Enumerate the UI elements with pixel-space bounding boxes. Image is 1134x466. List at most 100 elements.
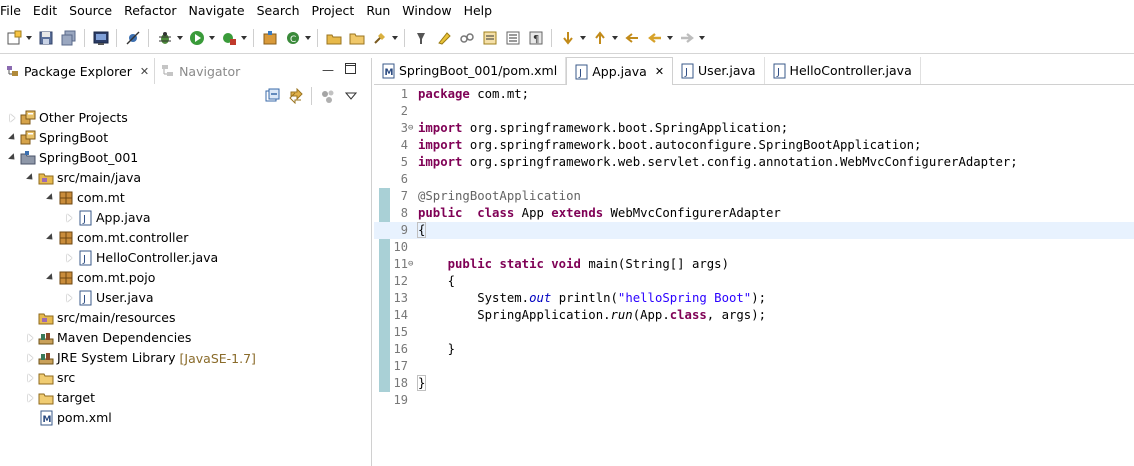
link-with-editor-icon[interactable] xyxy=(287,88,304,105)
menu-refactor[interactable]: Refactor xyxy=(118,0,182,22)
menu-window[interactable]: Window xyxy=(396,0,457,22)
editor-tab[interactable]: J HelloController.java xyxy=(765,57,921,84)
collapse-all-icon[interactable] xyxy=(264,88,281,105)
menu-file[interactable]: File xyxy=(0,0,27,22)
back-icon[interactable] xyxy=(646,29,663,46)
close-icon[interactable]: ✕ xyxy=(655,65,664,78)
run-icon[interactable] xyxy=(188,29,205,46)
last-edit-icon[interactable] xyxy=(623,29,640,46)
editor-tab-label: HelloController.java xyxy=(789,63,912,78)
menu-edit[interactable]: Edit xyxy=(27,0,63,22)
save-icon[interactable] xyxy=(37,29,54,46)
tree-item[interactable]: src/main/resources xyxy=(0,308,372,328)
external-tools-dropdown[interactable] xyxy=(240,29,247,46)
tree-item[interactable]: SpringBoot_001 xyxy=(0,148,372,168)
tree-item[interactable]: SpringBoot xyxy=(0,128,372,148)
tree-item[interactable]: com.mt xyxy=(0,188,372,208)
fold-minus-icon[interactable]: ⊖ xyxy=(408,256,418,273)
menu-source[interactable]: Source xyxy=(63,0,118,22)
maximize-icon[interactable] xyxy=(345,63,356,77)
editor-tab[interactable]: J App.java ✕ xyxy=(566,57,674,85)
expanded-arrow-icon[interactable] xyxy=(44,188,56,208)
terminal-icon[interactable] xyxy=(92,29,109,46)
next-annotation-icon[interactable] xyxy=(559,29,576,46)
new-class-dropdown[interactable] xyxy=(304,29,311,46)
minimize-icon[interactable]: — xyxy=(322,63,334,77)
editor-tab[interactable]: M SpringBoot_001/pom.xml xyxy=(374,57,567,84)
run-dropdown[interactable] xyxy=(208,29,215,46)
working-set-icon xyxy=(20,130,36,146)
collapsed-arrow-icon[interactable] xyxy=(63,288,75,308)
editor-tab[interactable]: J User.java xyxy=(673,57,765,84)
open-folder-icon[interactable] xyxy=(348,29,365,46)
annotation-icon[interactable] xyxy=(481,29,498,46)
focus-icon[interactable] xyxy=(319,88,336,105)
tree-item[interactable]: J App.java xyxy=(0,208,372,228)
tree-item[interactable]: JRE System Library [JavaSE-1.7] xyxy=(0,348,372,368)
tab-package-explorer[interactable]: Package Explorer ✕ xyxy=(0,58,156,84)
menu-help[interactable]: Help xyxy=(458,0,499,22)
tree-item[interactable]: J HelloController.java xyxy=(0,248,372,268)
tree-item[interactable]: Other Projects xyxy=(0,108,372,128)
collapsed-arrow-icon[interactable] xyxy=(24,328,36,348)
debug-icon[interactable] xyxy=(156,29,173,46)
tree-item[interactable]: src/main/java xyxy=(0,168,372,188)
close-icon[interactable]: ✕ xyxy=(140,65,149,78)
open-type-icon[interactable] xyxy=(325,29,342,46)
code-editor[interactable]: 1 package com.mt; 2 3 ⊖ import org.springfram… xyxy=(374,86,1134,466)
tree-item[interactable]: Mpom.xml xyxy=(0,408,372,428)
menu-navigate[interactable]: Navigate xyxy=(183,0,251,22)
expanded-arrow-icon[interactable] xyxy=(6,128,18,148)
expanded-arrow-icon[interactable] xyxy=(24,168,36,188)
expanded-arrow-icon[interactable] xyxy=(6,148,18,168)
collapsed-arrow-icon[interactable] xyxy=(24,368,36,388)
svg-text:J: J xyxy=(684,67,688,78)
menu-run[interactable]: Run xyxy=(360,0,396,22)
skip-breakpoints-icon[interactable] xyxy=(124,29,141,46)
block-select-icon[interactable] xyxy=(504,29,521,46)
svg-text:J: J xyxy=(82,214,86,225)
collapsed-arrow-icon[interactable] xyxy=(24,388,36,408)
expanded-arrow-icon[interactable] xyxy=(44,268,56,288)
code-line: 7 @SpringBootApplication xyxy=(374,188,1134,205)
tree-item[interactable]: com.mt.pojo xyxy=(0,268,372,288)
java-file-icon: J xyxy=(77,290,93,306)
tree-item-label: Maven Dependencies xyxy=(57,330,192,345)
forward-dropdown[interactable] xyxy=(698,29,705,46)
prev-annotation-icon[interactable] xyxy=(591,29,608,46)
tree-item[interactable]: com.mt.controller xyxy=(0,228,372,248)
new-java-project-icon[interactable] xyxy=(261,29,278,46)
collapsed-arrow-icon[interactable] xyxy=(63,208,75,228)
next-annotation-dropdown[interactable] xyxy=(579,29,586,46)
view-menu-icon[interactable] xyxy=(342,88,359,105)
link-icon[interactable] xyxy=(458,29,475,46)
search-dropdown[interactable] xyxy=(391,29,398,46)
forward-icon[interactable] xyxy=(678,29,695,46)
search-icon[interactable] xyxy=(371,29,388,46)
new-dropdown[interactable] xyxy=(25,29,32,46)
debug-dropdown[interactable] xyxy=(176,29,183,46)
line-number: 14 xyxy=(393,308,408,322)
prev-annotation-dropdown[interactable] xyxy=(611,29,618,46)
collapsed-arrow-icon[interactable] xyxy=(6,108,18,128)
external-tools-icon[interactable] xyxy=(220,29,237,46)
menu-search[interactable]: Search xyxy=(251,0,306,22)
back-dropdown[interactable] xyxy=(666,29,673,46)
save-all-icon[interactable] xyxy=(60,29,77,46)
tab-navigator[interactable]: Navigator xyxy=(155,58,245,84)
tree-item[interactable]: target xyxy=(0,388,372,408)
fold-minus-icon[interactable]: ⊖ xyxy=(408,120,418,137)
new-icon[interactable] xyxy=(5,29,22,46)
menu-project[interactable]: Project xyxy=(306,0,361,22)
toggle-mark-icon[interactable] xyxy=(412,29,429,46)
menu-bar: File Edit Source Refactor Navigate Search Proj… xyxy=(0,0,1134,22)
collapsed-arrow-icon[interactable] xyxy=(63,248,75,268)
show-whitespace-icon[interactable]: ¶ xyxy=(527,29,544,46)
highlighter-icon[interactable] xyxy=(435,29,452,46)
expanded-arrow-icon[interactable] xyxy=(44,228,56,248)
tree-item[interactable]: J User.java xyxy=(0,288,372,308)
tree-item[interactable]: src xyxy=(0,368,372,388)
collapsed-arrow-icon[interactable] xyxy=(24,348,36,368)
new-class-icon[interactable]: C xyxy=(284,29,301,46)
tree-item[interactable]: Maven Dependencies xyxy=(0,328,372,348)
